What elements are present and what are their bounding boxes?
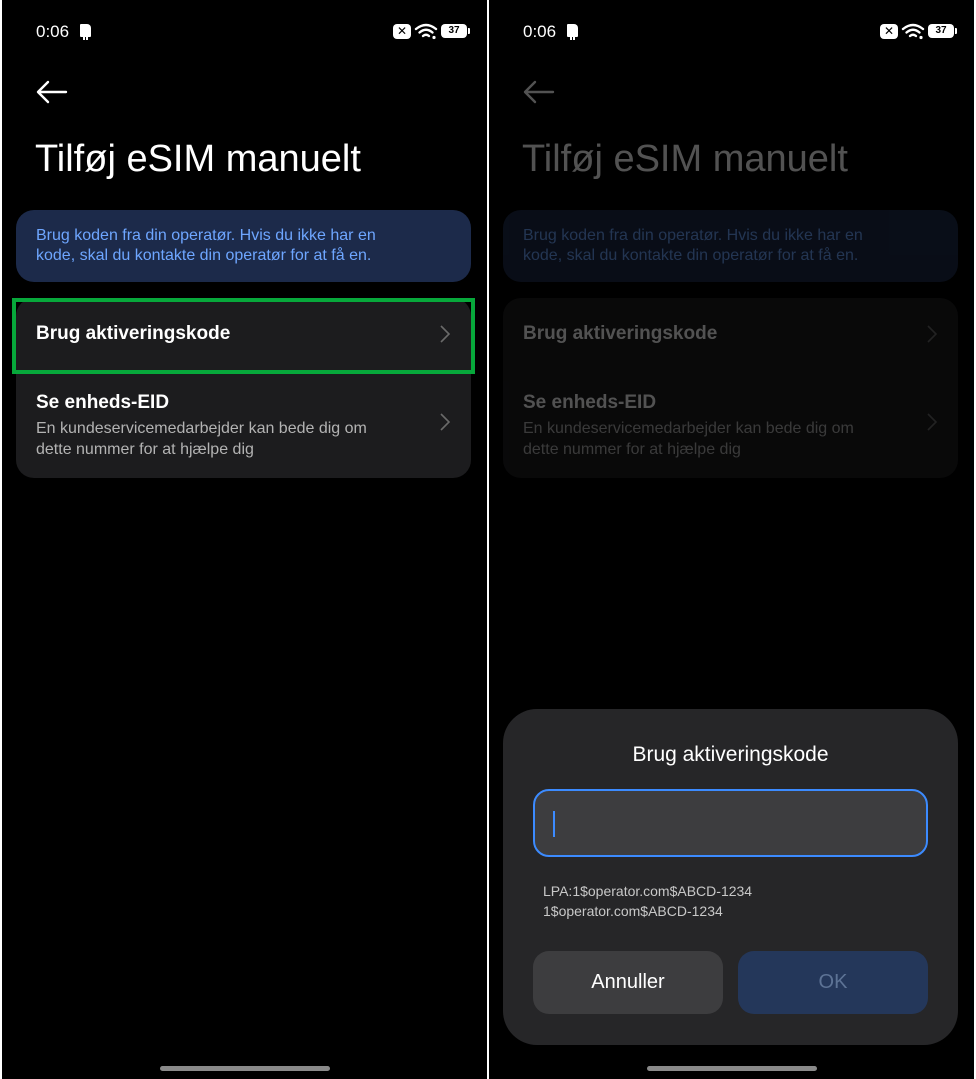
- wifi-icon: [414, 23, 438, 40]
- eid-description-line2: dette nummer for at hjælpe dig: [523, 441, 741, 458]
- format-hint: LPA:1$operator.com$ABCD-1234 1$operator.…: [543, 881, 752, 921]
- info-text-line2: kode, skal du kontakte din operatør for …: [523, 247, 859, 264]
- info-text-line2: kode, skal du kontakte din operatør for …: [36, 247, 372, 264]
- back-arrow-icon[interactable]: [34, 76, 70, 108]
- screen-right: 0:06 ✕ 37 Tilføj eSIM manuelt Brug koden…: [489, 0, 974, 1079]
- sim-icon: [80, 24, 91, 40]
- back-arrow-icon: [523, 80, 555, 104]
- view-device-eid-description: En kundeservicemedarbejder kan bede dig …: [36, 418, 426, 460]
- screen-left: 0:06 ✕ 37 Tilføj eSIM manuelt Brug koden…: [2, 0, 487, 1079]
- wifi-icon: [901, 23, 925, 40]
- home-indicator[interactable]: [646, 1066, 817, 1071]
- sim-icon: [567, 24, 578, 40]
- view-device-eid-description: En kundeservicemedarbejder kan bede dig …: [523, 418, 913, 460]
- no-sim-icon: ✕: [393, 23, 411, 39]
- home-indicator[interactable]: [159, 1066, 330, 1071]
- battery-icon: 37: [928, 24, 957, 38]
- eid-description-line1: En kundeservicemedarbejder kan bede dig …: [523, 420, 854, 437]
- info-text-line1: Brug koden fra din operatør. Hvis du ikk…: [36, 227, 376, 244]
- text-cursor: [553, 811, 555, 837]
- battery-icon: 37: [441, 24, 470, 38]
- status-time: 0:06: [523, 22, 557, 41]
- view-device-eid-item[interactable]: Se enheds-EID En kundeservicemedarbejder…: [16, 378, 471, 478]
- status-bar: 0:06 ✕ 37: [36, 20, 470, 44]
- chevron-right-icon: [927, 413, 938, 431]
- activation-code-input[interactable]: [533, 789, 928, 857]
- info-banner: Brug koden fra din operatør. Hvis du ikk…: [503, 210, 958, 282]
- info-banner: Brug koden fra din operatør. Hvis du ikk…: [16, 210, 471, 282]
- view-device-eid-item: Se enheds-EID En kundeservicemedarbejder…: [503, 378, 958, 478]
- use-activation-code-label: Brug aktiveringskode: [523, 323, 718, 344]
- dialog-title: Brug aktiveringskode: [632, 743, 829, 766]
- info-text-line1: Brug koden fra din operatør. Hvis du ikk…: [523, 227, 863, 244]
- view-device-eid-label: Se enheds-EID: [523, 392, 657, 413]
- use-activation-code-item: Brug aktiveringskode: [503, 298, 958, 370]
- format-hint-line1: LPA:1$operator.com$ABCD-1234: [543, 883, 753, 899]
- options-card: Brug aktiveringskode Se enheds-EID En ku…: [503, 298, 958, 478]
- ok-button[interactable]: OK: [738, 951, 928, 1014]
- page-title: Tilføj eSIM manuelt: [35, 138, 361, 180]
- chevron-right-icon: [440, 413, 451, 431]
- chevron-right-icon: [927, 325, 938, 343]
- eid-description-line2: dette nummer for at hjælpe dig: [36, 441, 254, 458]
- format-hint-line2: 1$operator.com$ABCD-1234: [543, 903, 723, 919]
- status-time: 0:06: [36, 22, 70, 41]
- activation-code-dialog: Brug aktiveringskode LPA:1$operator.com$…: [503, 709, 958, 1045]
- status-icons: ✕ 37: [393, 22, 470, 40]
- eid-description-line1: En kundeservicemedarbejder kan bede dig …: [36, 420, 367, 437]
- highlight-box: [12, 298, 475, 374]
- status-bar: 0:06 ✕ 37: [523, 20, 957, 44]
- cancel-button[interactable]: Annuller: [533, 951, 723, 1014]
- page-title: Tilføj eSIM manuelt: [522, 138, 848, 180]
- status-icons: ✕ 37: [880, 22, 957, 40]
- view-device-eid-label: Se enheds-EID: [36, 392, 170, 413]
- no-sim-icon: ✕: [880, 23, 898, 39]
